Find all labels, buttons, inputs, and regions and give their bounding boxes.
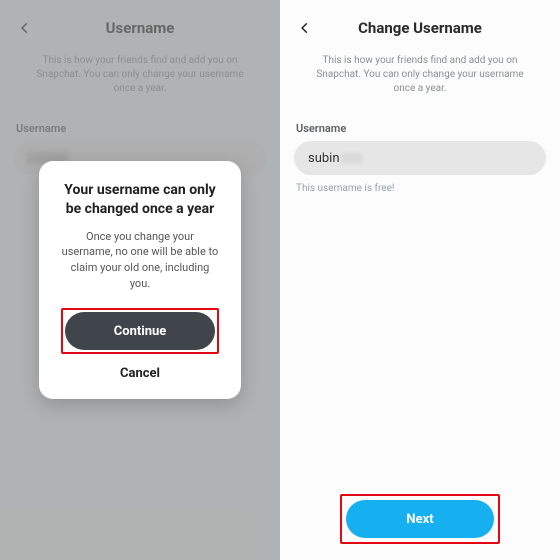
screen-change-username: Change Username This is how your friends… — [280, 0, 560, 560]
cancel-button[interactable]: Cancel — [61, 366, 219, 381]
username-status: This username is free! — [280, 175, 560, 194]
modal-text: Once you change your username, no one wi… — [61, 229, 219, 293]
modal-title: Your username can only be changed once a… — [61, 181, 219, 219]
highlight-continue: Continue — [61, 308, 219, 354]
modal-overlay: Your username can only be changed once a… — [0, 0, 280, 560]
username-input-wrapper: subin — [280, 141, 560, 175]
username-label: Username — [280, 106, 560, 141]
screen-username: Username This is how your friends find a… — [0, 0, 280, 560]
back-button[interactable] — [296, 19, 314, 37]
highlight-next: Next — [340, 494, 500, 544]
page-subtext: This is how your friends find and add yo… — [280, 50, 560, 106]
redacted-suffix — [342, 153, 362, 163]
page-title: Change Username — [358, 19, 482, 37]
username-input[interactable]: subin — [294, 141, 546, 175]
next-button[interactable]: Next — [346, 500, 494, 538]
header: Change Username — [280, 6, 560, 50]
username-value: subin — [308, 151, 340, 166]
confirm-modal: Your username can only be changed once a… — [39, 161, 241, 400]
bottom-bar: Next — [280, 494, 560, 544]
chevron-left-icon — [298, 21, 312, 35]
continue-button[interactable]: Continue — [65, 312, 215, 350]
